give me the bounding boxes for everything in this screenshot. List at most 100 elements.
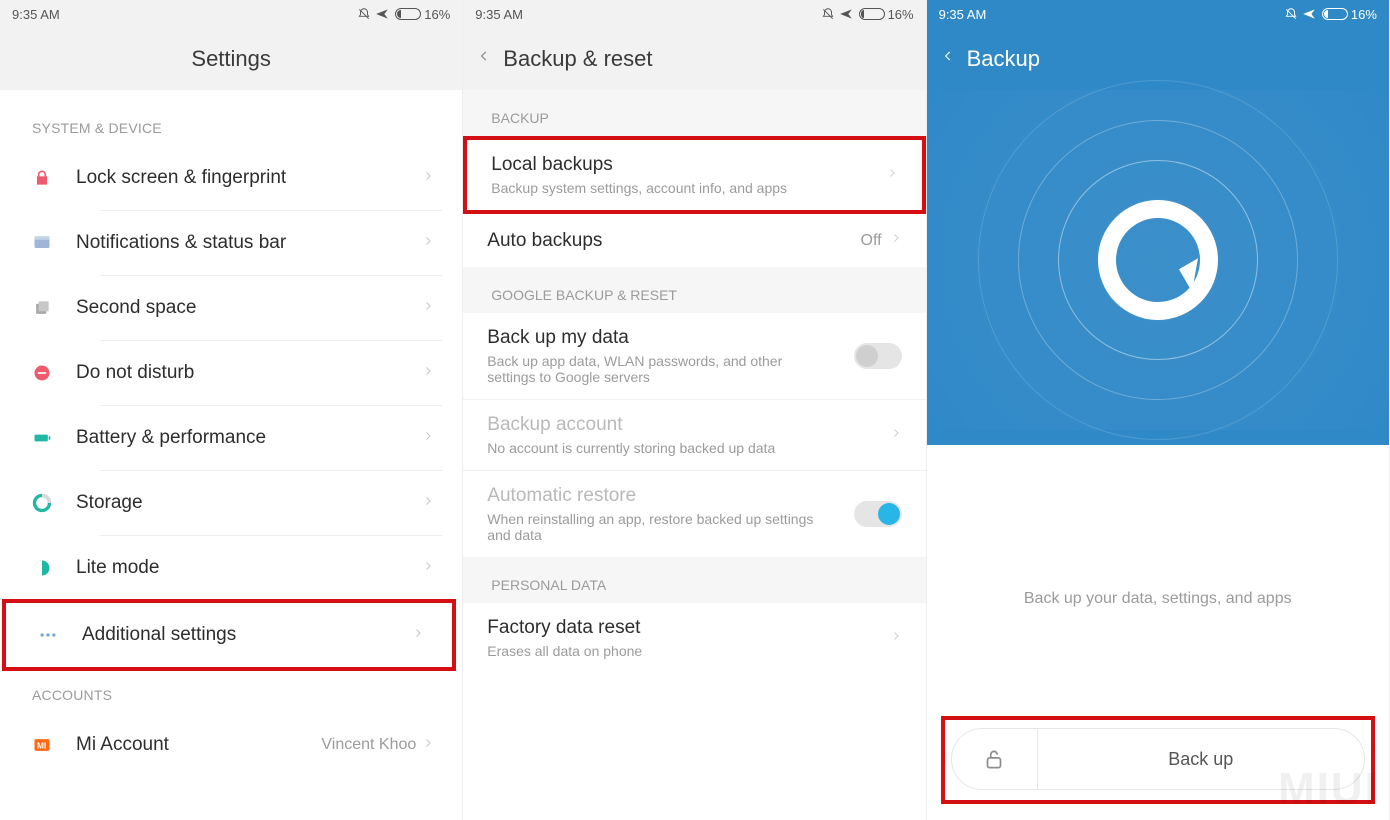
screen-settings: 9:35 AM 16% Settings SYSTEM & DEVICE Loc… xyxy=(0,0,463,820)
lite-mode-icon xyxy=(32,558,76,578)
row-backup-my-data[interactable]: Back up my data Back up app data, WLAN p… xyxy=(463,313,925,399)
alarm-off-icon xyxy=(1284,7,1298,21)
section-google-backup: GOOGLE BACKUP & RESET xyxy=(463,267,925,313)
second-space-icon xyxy=(32,298,76,318)
row-sub: Backup system settings, account info, an… xyxy=(491,180,831,196)
chevron-right-icon xyxy=(412,623,424,648)
row-sub: When reinstalling an app, restore backed… xyxy=(487,511,827,543)
chevron-right-icon xyxy=(422,231,434,256)
chevron-right-icon xyxy=(422,491,434,516)
row-lite-mode[interactable]: Lite mode xyxy=(0,536,462,600)
row-sub: No account is currently storing backed u… xyxy=(487,440,827,456)
page-title-text: Settings xyxy=(191,46,271,72)
alarm-off-icon xyxy=(821,7,835,21)
row-dnd[interactable]: Do not disturb xyxy=(0,341,462,405)
refresh-icon xyxy=(1098,200,1218,320)
row-sub: Erases all data on phone xyxy=(487,643,827,659)
row-local-backups[interactable]: Local backups Backup system settings, ac… xyxy=(467,140,921,210)
row-label: Backup account xyxy=(487,414,889,436)
unlock-icon xyxy=(981,746,1007,772)
battery-indicator: 16% xyxy=(395,7,450,22)
row-factory-reset[interactable]: Factory data reset Erases all data on ph… xyxy=(463,603,925,673)
airplane-icon xyxy=(375,7,389,21)
mi-logo-icon: MI xyxy=(32,735,76,755)
toggle-backup-data[interactable] xyxy=(854,343,902,369)
chevron-right-icon xyxy=(890,423,902,448)
back-button[interactable] xyxy=(477,45,491,73)
row-label: Additional settings xyxy=(82,624,412,646)
section-system-device: SYSTEM & DEVICE xyxy=(0,102,462,146)
status-bar: 9:35 AM 16% xyxy=(0,0,462,28)
chevron-right-icon xyxy=(422,166,434,191)
row-label: Battery & performance xyxy=(76,427,422,449)
section-accounts: ACCOUNTS xyxy=(0,669,462,713)
row-lock-screen[interactable]: Lock screen & fingerprint xyxy=(0,146,462,210)
row-second-space[interactable]: Second space xyxy=(0,276,462,340)
row-label: Notifications & status bar xyxy=(76,232,422,254)
screen-backup-reset: 9:35 AM 16% Backup & reset BACKUP Local … xyxy=(463,0,926,820)
row-storage[interactable]: Storage xyxy=(0,471,462,535)
lock-icon xyxy=(32,168,76,188)
screen-backup: 9:35 AM 16% Backup Back up your data, se… xyxy=(927,0,1390,820)
chevron-right-icon xyxy=(886,163,898,188)
backup-pill: Back up xyxy=(951,728,1365,790)
backup-button[interactable]: Back up xyxy=(1038,729,1364,789)
chevron-right-icon xyxy=(890,228,902,253)
status-bar: 9:35 AM 16% xyxy=(463,0,925,28)
backup-button-label: Back up xyxy=(1168,749,1233,770)
battery-indicator: 16% xyxy=(1322,7,1377,22)
battery-text: 16% xyxy=(424,7,450,22)
status-bar-icon xyxy=(32,233,76,253)
unlock-button[interactable] xyxy=(952,729,1038,789)
dnd-icon xyxy=(32,363,76,383)
chevron-right-icon xyxy=(422,361,434,386)
storage-icon xyxy=(32,493,76,513)
svg-text:MI: MI xyxy=(37,740,46,750)
battery-perf-icon xyxy=(32,428,76,448)
row-label: Factory data reset xyxy=(487,617,889,639)
chevron-right-icon xyxy=(422,556,434,581)
battery-text: 16% xyxy=(888,7,914,22)
airplane-icon xyxy=(839,7,853,21)
clock-text: 9:35 AM xyxy=(475,7,523,22)
chevron-right-icon xyxy=(422,296,434,321)
row-additional-settings[interactable]: Additional settings xyxy=(6,603,452,667)
page-title-text: Backup xyxy=(967,46,1040,72)
toggle-auto-restore[interactable] xyxy=(854,501,902,527)
back-button[interactable] xyxy=(941,45,955,73)
header-backup-reset: Backup & reset xyxy=(463,28,925,90)
row-label: Second space xyxy=(76,297,422,319)
row-battery[interactable]: Battery & performance xyxy=(0,406,462,470)
page-title-text: Backup & reset xyxy=(503,46,652,72)
row-notifications[interactable]: Notifications & status bar xyxy=(0,211,462,275)
battery-indicator: 16% xyxy=(859,7,914,22)
clock-text: 9:35 AM xyxy=(12,7,60,22)
row-label: Lite mode xyxy=(76,557,422,579)
row-sub: Back up app data, WLAN passwords, and ot… xyxy=(487,353,827,385)
row-label: Automatic restore xyxy=(487,485,853,507)
backup-message: Back up your data, settings, and apps xyxy=(927,590,1389,608)
row-label: Auto backups xyxy=(487,230,860,252)
row-value: Vincent Khoo xyxy=(321,736,416,754)
chevron-right-icon xyxy=(422,733,434,758)
section-backup: BACKUP xyxy=(463,90,925,136)
row-label: Mi Account xyxy=(76,734,321,756)
row-label: Back up my data xyxy=(487,327,853,349)
row-mi-account[interactable]: MI Mi Account Vincent Khoo xyxy=(0,713,462,777)
row-auto-backups[interactable]: Auto backups Off xyxy=(463,214,925,267)
row-automatic-restore[interactable]: Automatic restore When reinstalling an a… xyxy=(463,470,925,557)
row-label: Local backups xyxy=(491,154,885,176)
chevron-right-icon xyxy=(890,626,902,651)
page-title: Settings xyxy=(0,28,462,90)
section-personal-data: PERSONAL DATA xyxy=(463,557,925,603)
alarm-off-icon xyxy=(357,7,371,21)
row-label: Storage xyxy=(76,492,422,514)
status-bar: 9:35 AM 16% xyxy=(927,0,1389,28)
more-icon xyxy=(38,625,82,645)
backup-graphic xyxy=(927,90,1389,430)
row-backup-account: Backup account No account is currently s… xyxy=(463,399,925,470)
row-label: Do not disturb xyxy=(76,362,422,384)
chevron-right-icon xyxy=(422,426,434,451)
airplane-icon xyxy=(1302,7,1316,21)
row-value: Off xyxy=(861,232,882,250)
